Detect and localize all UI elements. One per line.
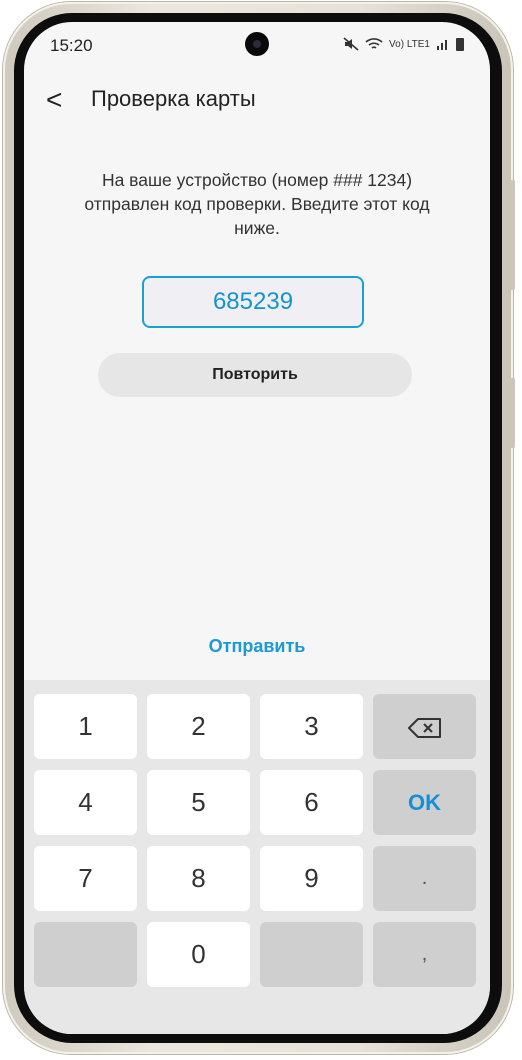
key-3[interactable]: 3 xyxy=(260,694,363,759)
empty-key-right xyxy=(260,922,363,987)
retry-button[interactable]: Повторить xyxy=(98,353,412,397)
key-7[interactable]: 7 xyxy=(34,846,137,911)
volume-button xyxy=(510,180,515,290)
key-2[interactable]: 2 xyxy=(147,694,250,759)
screen: 15:20 Vo) LTE1 < Проверка карты На ваше … xyxy=(24,22,490,1034)
numeric-keyboard: 1 2 3 4 5 6 OK 7 8 9 . 0 , xyxy=(24,680,490,1034)
status-bar: 15:20 Vo) LTE1 xyxy=(24,22,490,68)
key-0[interactable]: 0 xyxy=(147,922,250,987)
back-button[interactable]: < xyxy=(46,82,62,118)
verification-message: На ваше устройство (номер ### 1234) отпр… xyxy=(84,170,430,238)
front-camera-icon xyxy=(245,32,269,56)
mute-icon xyxy=(343,37,359,51)
power-button xyxy=(510,378,515,448)
key-8[interactable]: 8 xyxy=(147,846,250,911)
network-label: Vo) LTE1 xyxy=(389,38,430,50)
battery-icon xyxy=(456,37,464,51)
ok-key[interactable]: OK xyxy=(373,770,476,835)
wifi-icon xyxy=(365,38,383,49)
comma-key[interactable]: , xyxy=(373,922,476,987)
backspace-icon xyxy=(407,718,441,739)
dot-key[interactable]: . xyxy=(373,846,476,911)
key-5[interactable]: 5 xyxy=(147,770,250,835)
status-time: 15:20 xyxy=(50,36,93,55)
send-button[interactable]: Отправить xyxy=(24,636,490,657)
empty-key-left xyxy=(34,922,137,987)
key-9[interactable]: 9 xyxy=(260,846,363,911)
key-4[interactable]: 4 xyxy=(34,770,137,835)
backspace-key[interactable] xyxy=(373,694,476,759)
code-input[interactable]: 685239 xyxy=(144,278,362,326)
app-header: < Проверка карты xyxy=(24,80,490,124)
key-1[interactable]: 1 xyxy=(34,694,137,759)
status-icons: Vo) LTE1 xyxy=(343,37,464,51)
page-title: Проверка карты xyxy=(91,86,256,111)
code-field[interactable]: 685239 xyxy=(142,276,364,328)
key-6[interactable]: 6 xyxy=(260,770,363,835)
signal-icon xyxy=(437,40,447,50)
